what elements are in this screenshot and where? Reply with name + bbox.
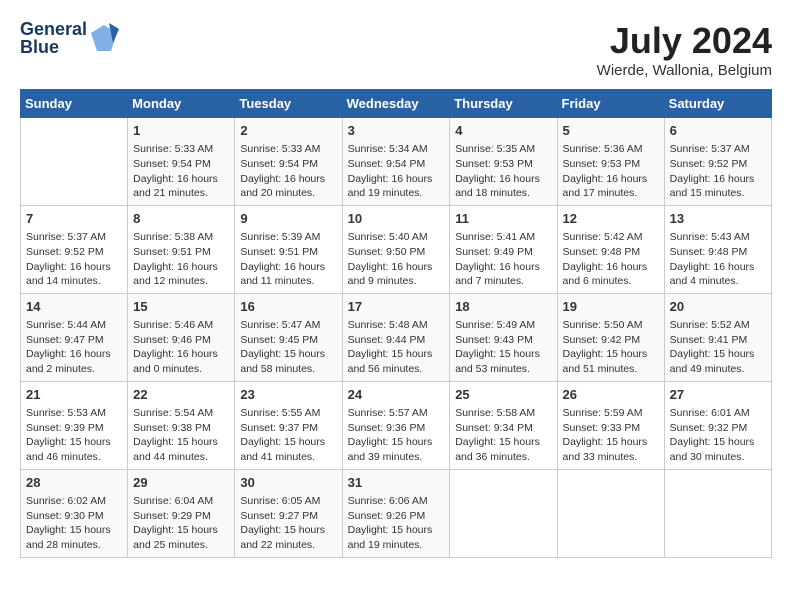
calendar-cell: 17Sunrise: 5:48 AMSunset: 9:44 PMDayligh… [342, 293, 450, 381]
day-number: 28 [26, 474, 122, 492]
day-number: 24 [348, 386, 445, 404]
day-number: 31 [348, 474, 445, 492]
calendar-cell: 11Sunrise: 5:41 AMSunset: 9:49 PMDayligh… [450, 205, 557, 293]
day-number: 20 [670, 298, 766, 316]
day-number: 9 [240, 210, 336, 228]
page-header: General Blue July 2024 Wierde, Wallonia,… [20, 20, 772, 79]
calendar-cell: 22Sunrise: 5:54 AMSunset: 9:38 PMDayligh… [128, 381, 235, 469]
title-area: July 2024 Wierde, Wallonia, Belgium [597, 20, 772, 79]
day-number: 12 [563, 210, 659, 228]
calendar-cell: 15Sunrise: 5:46 AMSunset: 9:46 PMDayligh… [128, 293, 235, 381]
day-number: 16 [240, 298, 336, 316]
day-number: 22 [133, 386, 229, 404]
day-header-monday: Monday [128, 90, 235, 118]
day-number: 27 [670, 386, 766, 404]
calendar-cell [21, 118, 128, 206]
calendar-week-3: 14Sunrise: 5:44 AMSunset: 9:47 PMDayligh… [21, 293, 772, 381]
calendar-cell [664, 469, 771, 557]
day-number: 8 [133, 210, 229, 228]
calendar-cell: 5Sunrise: 5:36 AMSunset: 9:53 PMDaylight… [557, 118, 664, 206]
calendar-cell: 12Sunrise: 5:42 AMSunset: 9:48 PMDayligh… [557, 205, 664, 293]
calendar-cell: 28Sunrise: 6:02 AMSunset: 9:30 PMDayligh… [21, 469, 128, 557]
day-number: 17 [348, 298, 445, 316]
calendar-header-row: SundayMondayTuesdayWednesdayThursdayFrid… [21, 90, 772, 118]
calendar-week-4: 21Sunrise: 5:53 AMSunset: 9:39 PMDayligh… [21, 381, 772, 469]
day-header-wednesday: Wednesday [342, 90, 450, 118]
day-header-sunday: Sunday [21, 90, 128, 118]
day-number: 19 [563, 298, 659, 316]
calendar-cell: 10Sunrise: 5:40 AMSunset: 9:50 PMDayligh… [342, 205, 450, 293]
day-number: 13 [670, 210, 766, 228]
calendar-cell: 23Sunrise: 5:55 AMSunset: 9:37 PMDayligh… [235, 381, 342, 469]
day-number: 11 [455, 210, 551, 228]
logo-flag-icon [89, 23, 119, 53]
calendar-table: SundayMondayTuesdayWednesdayThursdayFrid… [20, 89, 772, 558]
day-number: 6 [670, 122, 766, 140]
day-header-thursday: Thursday [450, 90, 557, 118]
day-number: 3 [348, 122, 445, 140]
calendar-cell [557, 469, 664, 557]
location-subtitle: Wierde, Wallonia, Belgium [597, 62, 772, 79]
day-number: 15 [133, 298, 229, 316]
calendar-cell: 8Sunrise: 5:38 AMSunset: 9:51 PMDaylight… [128, 205, 235, 293]
day-number: 4 [455, 122, 551, 140]
day-number: 10 [348, 210, 445, 228]
calendar-week-2: 7Sunrise: 5:37 AMSunset: 9:52 PMDaylight… [21, 205, 772, 293]
calendar-cell: 20Sunrise: 5:52 AMSunset: 9:41 PMDayligh… [664, 293, 771, 381]
day-number: 18 [455, 298, 551, 316]
calendar-cell: 3Sunrise: 5:34 AMSunset: 9:54 PMDaylight… [342, 118, 450, 206]
calendar-cell: 31Sunrise: 6:06 AMSunset: 9:26 PMDayligh… [342, 469, 450, 557]
calendar-cell: 16Sunrise: 5:47 AMSunset: 9:45 PMDayligh… [235, 293, 342, 381]
calendar-cell: 2Sunrise: 5:33 AMSunset: 9:54 PMDaylight… [235, 118, 342, 206]
calendar-cell: 24Sunrise: 5:57 AMSunset: 9:36 PMDayligh… [342, 381, 450, 469]
calendar-cell: 4Sunrise: 5:35 AMSunset: 9:53 PMDaylight… [450, 118, 557, 206]
calendar-cell: 21Sunrise: 5:53 AMSunset: 9:39 PMDayligh… [21, 381, 128, 469]
day-number: 23 [240, 386, 336, 404]
calendar-cell: 1Sunrise: 5:33 AMSunset: 9:54 PMDaylight… [128, 118, 235, 206]
day-header-saturday: Saturday [664, 90, 771, 118]
calendar-week-5: 28Sunrise: 6:02 AMSunset: 9:30 PMDayligh… [21, 469, 772, 557]
day-number: 21 [26, 386, 122, 404]
calendar-cell: 7Sunrise: 5:37 AMSunset: 9:52 PMDaylight… [21, 205, 128, 293]
calendar-cell: 14Sunrise: 5:44 AMSunset: 9:47 PMDayligh… [21, 293, 128, 381]
calendar-week-1: 1Sunrise: 5:33 AMSunset: 9:54 PMDaylight… [21, 118, 772, 206]
day-number: 5 [563, 122, 659, 140]
logo-text: General Blue [20, 20, 87, 56]
calendar-cell: 26Sunrise: 5:59 AMSunset: 9:33 PMDayligh… [557, 381, 664, 469]
calendar-cell: 25Sunrise: 5:58 AMSunset: 9:34 PMDayligh… [450, 381, 557, 469]
calendar-cell: 9Sunrise: 5:39 AMSunset: 9:51 PMDaylight… [235, 205, 342, 293]
day-number: 7 [26, 210, 122, 228]
day-number: 25 [455, 386, 551, 404]
logo: General Blue [20, 20, 119, 56]
day-header-friday: Friday [557, 90, 664, 118]
calendar-cell [450, 469, 557, 557]
day-number: 2 [240, 122, 336, 140]
day-number: 1 [133, 122, 229, 140]
calendar-cell: 19Sunrise: 5:50 AMSunset: 9:42 PMDayligh… [557, 293, 664, 381]
calendar-cell: 6Sunrise: 5:37 AMSunset: 9:52 PMDaylight… [664, 118, 771, 206]
day-number: 30 [240, 474, 336, 492]
day-number: 29 [133, 474, 229, 492]
month-year-title: July 2024 [597, 20, 772, 62]
calendar-cell: 27Sunrise: 6:01 AMSunset: 9:32 PMDayligh… [664, 381, 771, 469]
calendar-cell: 13Sunrise: 5:43 AMSunset: 9:48 PMDayligh… [664, 205, 771, 293]
day-header-tuesday: Tuesday [235, 90, 342, 118]
calendar-cell: 18Sunrise: 5:49 AMSunset: 9:43 PMDayligh… [450, 293, 557, 381]
calendar-cell: 29Sunrise: 6:04 AMSunset: 9:29 PMDayligh… [128, 469, 235, 557]
calendar-cell: 30Sunrise: 6:05 AMSunset: 9:27 PMDayligh… [235, 469, 342, 557]
calendar-body: 1Sunrise: 5:33 AMSunset: 9:54 PMDaylight… [21, 118, 772, 558]
day-number: 26 [563, 386, 659, 404]
day-number: 14 [26, 298, 122, 316]
